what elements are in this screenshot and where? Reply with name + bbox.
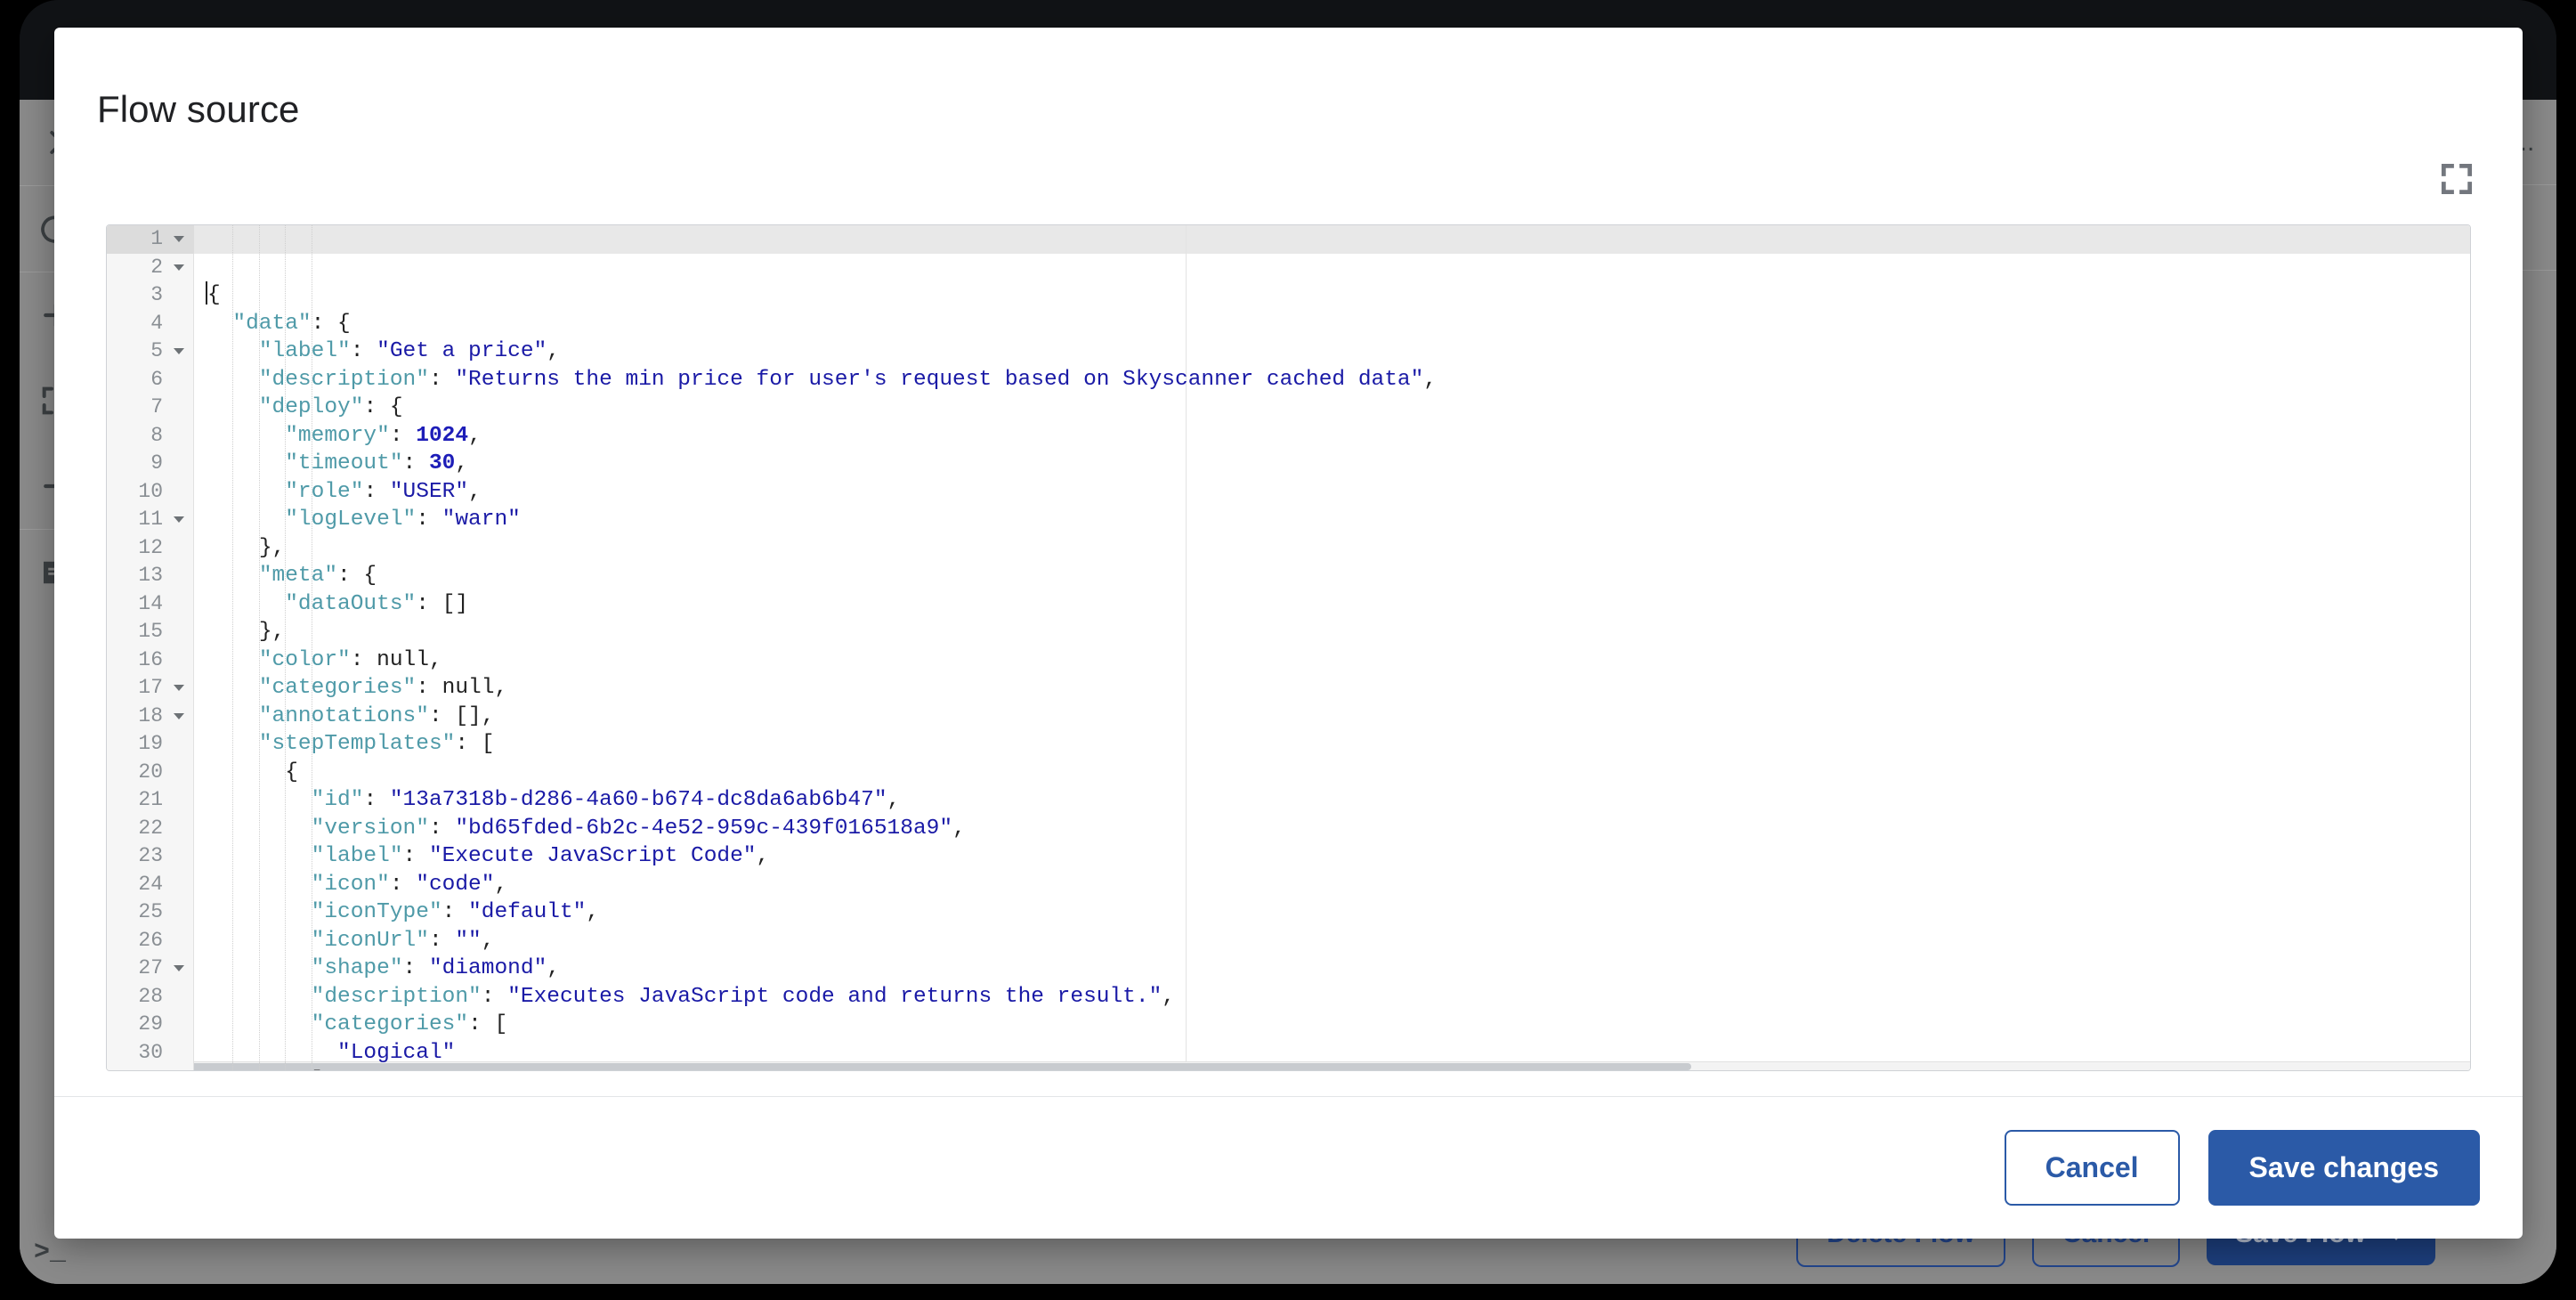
code-editor-surface[interactable]: 1234567891011121314151617181920212223242… xyxy=(107,225,2470,1070)
code-line[interactable]: "dataOuts": [] xyxy=(207,590,2470,619)
editor-code[interactable]: { "data": { "label": "Get a price", "des… xyxy=(194,225,2470,1070)
gutter-line-number[interactable]: 5 xyxy=(107,337,193,366)
code-line[interactable]: "color": null, xyxy=(207,646,2470,675)
gutter-line-number[interactable]: 30 xyxy=(107,1039,193,1068)
flow-source-dialog: Flow source 1234567891011121314151617181… xyxy=(54,28,2523,1239)
gutter-line-number[interactable]: 8 xyxy=(107,422,193,451)
terminal-prompt-icon[interactable]: >_ xyxy=(34,1238,66,1268)
code-line[interactable]: "iconUrl": "", xyxy=(207,927,2470,955)
code-line[interactable]: "description": "Returns the min price fo… xyxy=(207,366,2470,394)
dialog-footer: Cancel Save changes xyxy=(54,1096,2523,1239)
fold-arrow-icon[interactable] xyxy=(174,236,184,242)
gutter-line-number[interactable]: 14 xyxy=(107,590,193,619)
code-line[interactable]: "annotations": [], xyxy=(207,703,2470,731)
gutter-line-number[interactable]: 25 xyxy=(107,898,193,927)
fold-arrow-icon[interactable] xyxy=(174,965,184,971)
gutter-line-number[interactable]: 23 xyxy=(107,842,193,871)
gutter-line-number[interactable]: 10 xyxy=(107,478,193,507)
gutter-line-number[interactable]: 13 xyxy=(107,562,193,590)
gutter-line-number[interactable]: 29 xyxy=(107,1011,193,1039)
gutter-line-number[interactable]: 16 xyxy=(107,646,193,675)
gutter-line-number[interactable]: 17 xyxy=(107,674,193,703)
gutter-line-number[interactable]: 12 xyxy=(107,534,193,563)
screen-root: OneReach.ai Designer xyxy=(0,0,2576,1300)
gutter-line-number[interactable]: 18 xyxy=(107,703,193,731)
code-line[interactable]: "logLevel": "warn" xyxy=(207,506,2470,534)
code-line[interactable]: "version": "bd65fded-6b2c-4e52-959c-439f… xyxy=(207,815,2470,843)
fold-arrow-icon[interactable] xyxy=(174,516,184,523)
fold-arrow-icon[interactable] xyxy=(174,348,184,354)
code-line[interactable]: }, xyxy=(207,534,2470,563)
gutter-line-number[interactable]: 20 xyxy=(107,759,193,787)
code-line[interactable]: "categories": [ xyxy=(207,1011,2470,1039)
dialog-title: Flow source xyxy=(54,28,2523,131)
gutter-line-number[interactable]: 2 xyxy=(107,254,193,282)
fold-arrow-icon[interactable] xyxy=(174,713,184,719)
gutter-line-number[interactable]: 7 xyxy=(107,394,193,422)
gutter-line-number[interactable]: 19 xyxy=(107,730,193,759)
code-line[interactable]: "shape": "diamond", xyxy=(207,955,2470,983)
code-line[interactable]: "iconType": "default", xyxy=(207,898,2470,927)
gutter-line-number[interactable]: 6 xyxy=(107,366,193,394)
code-line[interactable]: { xyxy=(207,281,2470,310)
dialog-body: 1234567891011121314151617181920212223242… xyxy=(54,131,2523,1096)
gutter-line-number[interactable]: 22 xyxy=(107,815,193,843)
fold-arrow-icon[interactable] xyxy=(174,685,184,691)
code-line[interactable]: "id": "13a7318b-d286-4a60-b674-dc8da6ab6… xyxy=(207,786,2470,815)
code-line[interactable]: "role": "USER", xyxy=(207,478,2470,507)
source-editor[interactable]: 1234567891011121314151617181920212223242… xyxy=(106,224,2471,1071)
fold-arrow-icon[interactable] xyxy=(174,264,184,271)
save-changes-button[interactable]: Save changes xyxy=(2208,1130,2480,1206)
code-line[interactable]: { xyxy=(207,759,2470,787)
code-line[interactable]: ], xyxy=(207,1067,2470,1070)
code-line[interactable]: "description": "Executes JavaScript code… xyxy=(207,983,2470,1012)
code-line[interactable]: "memory": 1024, xyxy=(207,422,2470,451)
gutter-line-number[interactable]: 28 xyxy=(107,983,193,1012)
code-line[interactable]: "data": { xyxy=(207,310,2470,338)
code-line[interactable]: "meta": { xyxy=(207,562,2470,590)
code-line[interactable]: "label": "Get a price", xyxy=(207,337,2470,366)
gutter-line-number[interactable]: 4 xyxy=(107,310,193,338)
gutter-line-number[interactable]: 11 xyxy=(107,506,193,534)
gutter-line-number[interactable]: 24 xyxy=(107,871,193,899)
gutter-line-number[interactable]: 1 xyxy=(107,225,193,254)
gutter-line-number[interactable]: 15 xyxy=(107,618,193,646)
code-line[interactable]: "icon": "code", xyxy=(207,871,2470,899)
code-line[interactable]: "stepTemplates": [ xyxy=(207,730,2470,759)
code-line[interactable]: }, xyxy=(207,618,2470,646)
code-line[interactable]: "Logical" xyxy=(207,1039,2470,1068)
gutter-line-number[interactable]: 3 xyxy=(107,281,193,310)
code-line[interactable]: "timeout": 30, xyxy=(207,450,2470,478)
editor-gutter[interactable]: 1234567891011121314151617181920212223242… xyxy=(107,225,194,1070)
gutter-line-number[interactable]: 21 xyxy=(107,786,193,815)
code-line[interactable]: "categories": null, xyxy=(207,674,2470,703)
fullscreen-icon[interactable] xyxy=(2437,159,2476,199)
gutter-line-number[interactable]: 26 xyxy=(107,927,193,955)
code-line[interactable]: "label": "Execute JavaScript Code", xyxy=(207,842,2470,871)
code-line[interactable]: "deploy": { xyxy=(207,394,2470,422)
gutter-line-number[interactable]: 9 xyxy=(107,450,193,478)
gutter-line-number[interactable]: 27 xyxy=(107,955,193,983)
cancel-button[interactable]: Cancel xyxy=(2005,1130,2180,1206)
